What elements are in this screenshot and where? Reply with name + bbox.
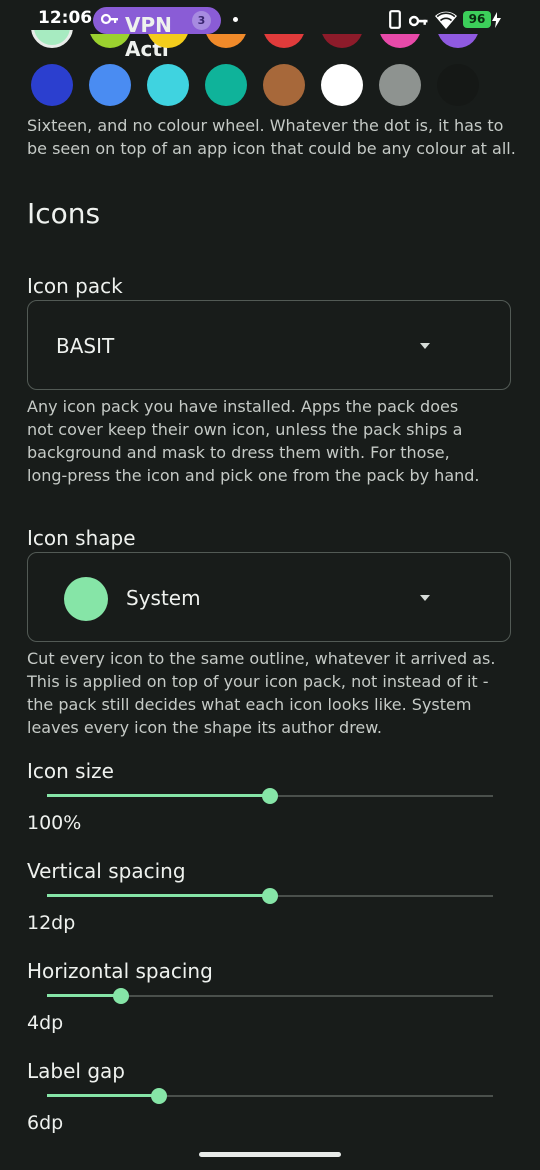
colour-swatch[interactable] [205, 64, 247, 106]
colour-swatch[interactable] [321, 64, 363, 106]
shape-preview-icon [64, 577, 108, 621]
icon-shape-value: System [126, 586, 201, 610]
icon-shape-label: Icon shape [27, 526, 136, 550]
slider-fill [47, 994, 122, 997]
vertical-spacing-slider[interactable] [47, 886, 493, 906]
wifi-icon [434, 10, 458, 34]
label-gap-label: Label gap [27, 1059, 125, 1083]
icon-shape-dropdown[interactable]: System [27, 552, 511, 642]
colour-help-text: Sixteen, and no colour wheel. Whatever t… [27, 116, 516, 158]
slider-thumb[interactable] [113, 988, 130, 1004]
vertical-spacing-value: 12dp [27, 912, 76, 934]
slider-fill [47, 894, 270, 897]
slider-thumb[interactable] [150, 1088, 167, 1104]
dropdown-arrow-icon [420, 595, 430, 601]
colour-swatch[interactable] [437, 64, 479, 106]
icon-shape-help-text: Cut every icon to the same outline, what… [27, 649, 496, 737]
slider-thumb[interactable] [262, 888, 278, 904]
vpn-count-badge: 3 [192, 11, 211, 30]
horizontal-spacing-value: 4dp [27, 1012, 64, 1034]
icon-size-slider[interactable] [47, 786, 493, 806]
label-gap-value: 6dp [27, 1112, 64, 1134]
charging-bolt-icon [492, 12, 501, 32]
clock: 12:06 [38, 8, 93, 28]
icon-pack-value: BASIT [56, 334, 115, 358]
notification-dot-icon [233, 17, 238, 22]
icon-size-label: Icon size [27, 759, 114, 783]
colour-swatch[interactable] [263, 64, 305, 106]
gesture-home-bar[interactable] [199, 1152, 341, 1157]
icon-pack-dropdown[interactable]: BASIT [27, 300, 511, 390]
vpn-key-icon [408, 13, 429, 32]
section-title-icons: Icons [27, 197, 101, 230]
icon-size-value: 100% [27, 812, 82, 834]
icon-pack-help-text: Any icon pack you have installed. Apps t… [27, 397, 480, 485]
key-icon [100, 12, 119, 30]
slider-thumb[interactable] [262, 788, 278, 804]
colour-swatch[interactable] [147, 64, 189, 106]
horizontal-spacing-slider[interactable] [47, 986, 493, 1006]
vertical-spacing-label: Vertical spacing [27, 859, 186, 883]
horizontal-spacing-label: Horizontal spacing [27, 959, 213, 983]
dropdown-arrow-icon [420, 343, 430, 349]
battery-level: 96 [463, 11, 491, 28]
icon-pack-label: Icon pack [27, 274, 123, 298]
slider-fill [47, 794, 270, 797]
colour-swatch[interactable] [379, 64, 421, 106]
phone-icon [389, 10, 401, 33]
vpn-chip[interactable]: VPN Acti 3 [93, 7, 221, 61]
colour-swatch[interactable] [89, 64, 131, 106]
slider-fill [47, 1094, 159, 1097]
label-gap-slider[interactable] [47, 1086, 493, 1106]
colour-swatch[interactable] [31, 64, 73, 106]
